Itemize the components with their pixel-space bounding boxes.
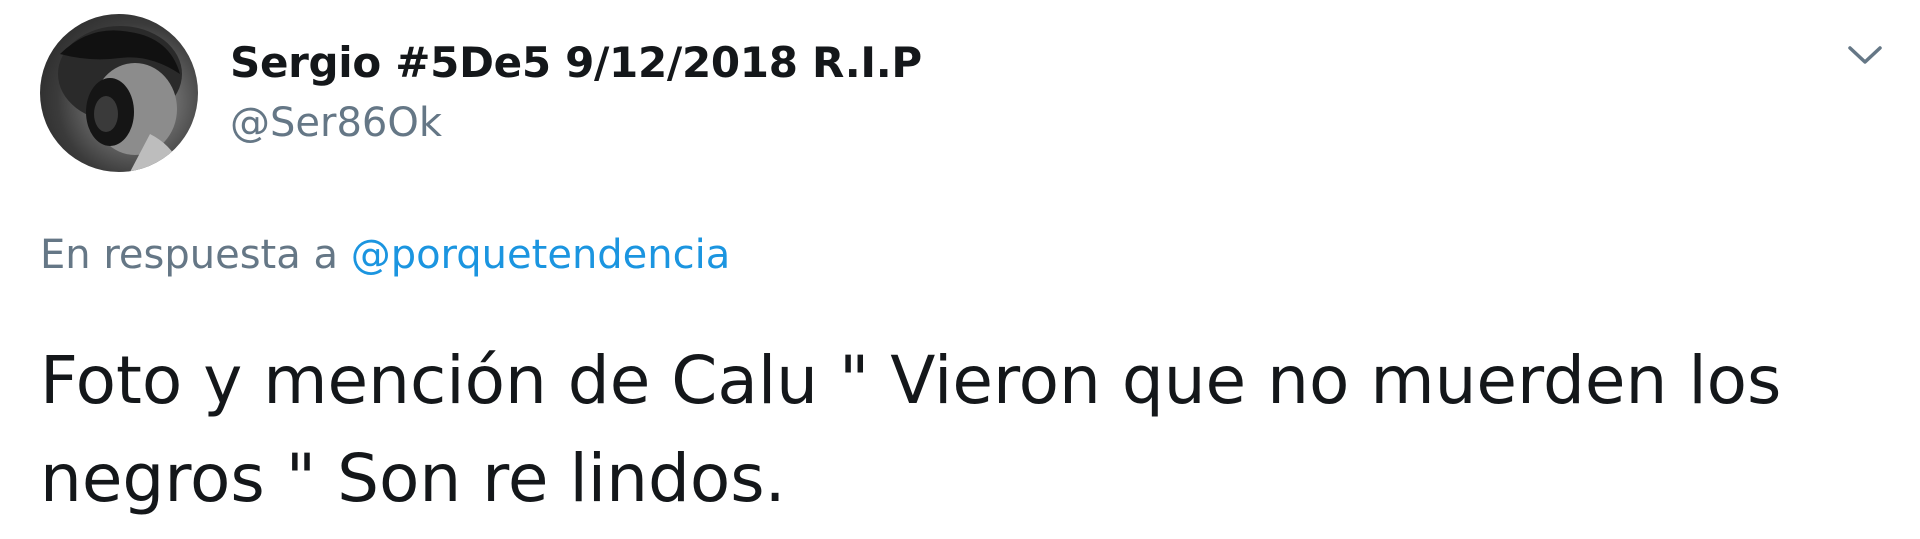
avatar[interactable] — [40, 14, 198, 172]
tweet: Sergio #5De5 9/12/2018 R.I.P @Ser86Ok En… — [0, 0, 1920, 539]
reply-context: En respuesta a @porquetendencia — [40, 232, 730, 278]
chevron-down-icon[interactable] — [1842, 38, 1888, 74]
tweet-text: Foto y mención de Calu " Vieron que no m… — [40, 342, 1782, 517]
reply-mention-link[interactable]: @porquetendencia — [351, 232, 731, 278]
user-handle[interactable]: @Ser86Ok — [230, 100, 442, 146]
avatar-photo-icon — [58, 26, 198, 172]
reply-prefix: En respuesta a — [40, 232, 338, 278]
display-name[interactable]: Sergio #5De5 9/12/2018 R.I.P — [230, 38, 922, 87]
